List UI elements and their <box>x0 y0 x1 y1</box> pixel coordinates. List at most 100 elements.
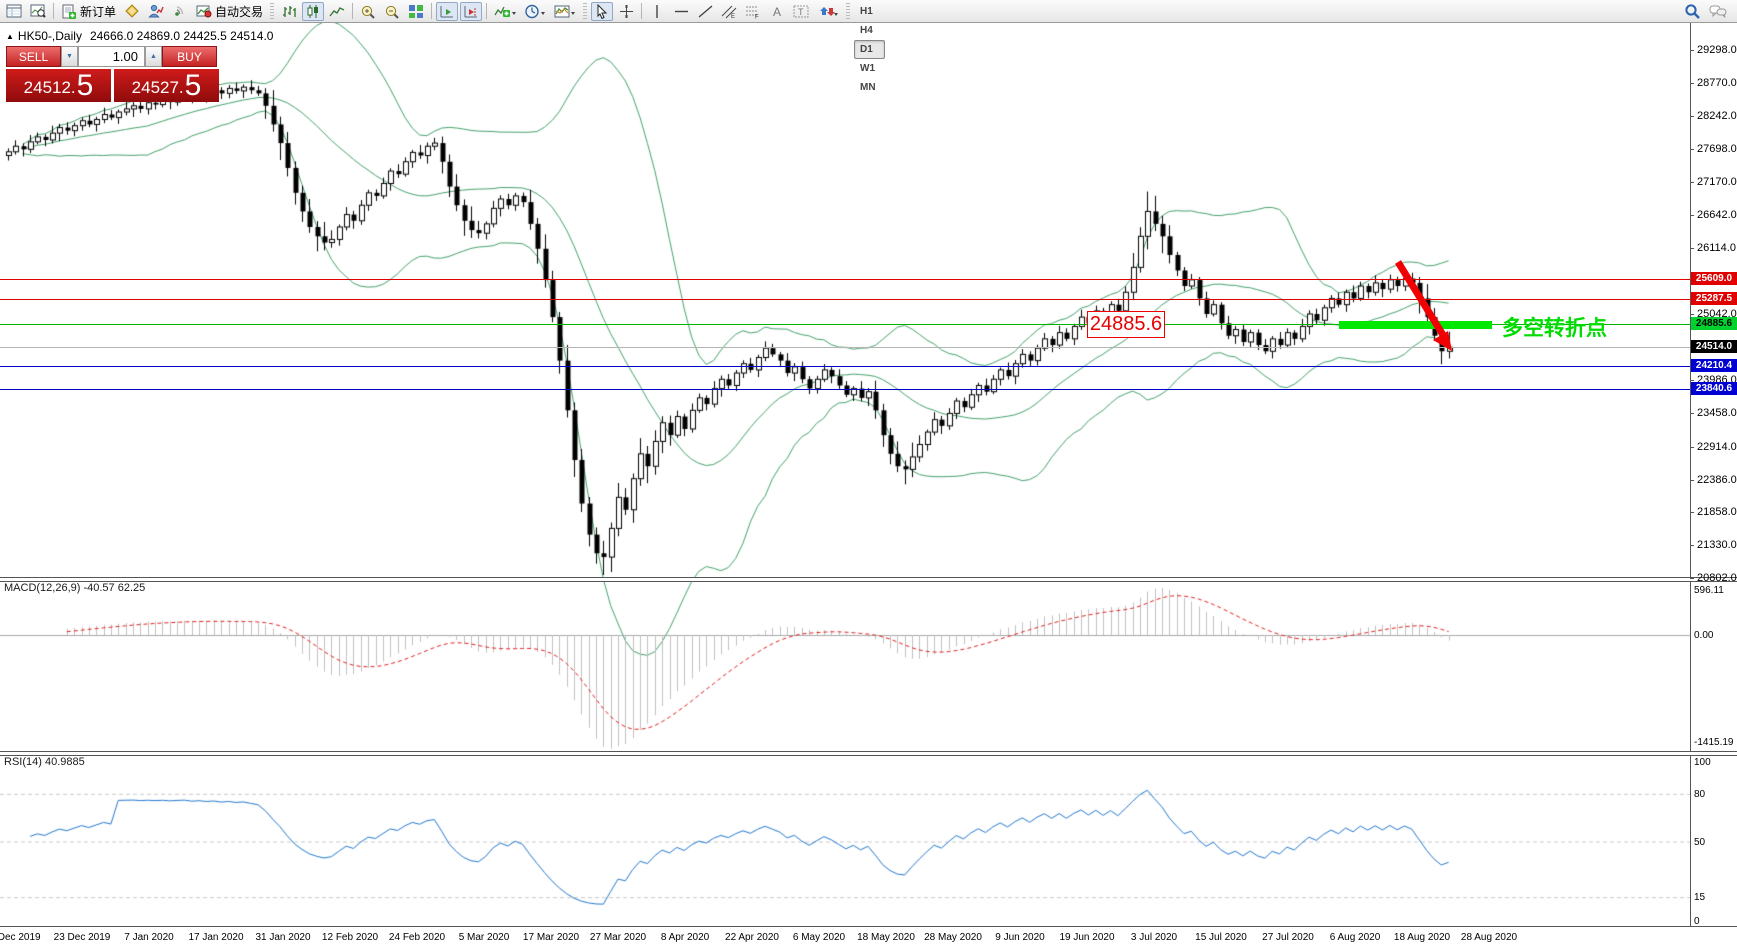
price-tick <box>1690 215 1694 216</box>
price-tick <box>1690 578 1694 579</box>
macd-axis-label: 596.11 <box>1694 585 1724 596</box>
buy-price-panel[interactable]: 24527. 5 <box>114 69 219 102</box>
new-order-button[interactable]: 新订单 <box>58 2 119 21</box>
rsi-axis-label: 15 <box>1694 892 1706 903</box>
date-label: 8 Apr 2020 <box>660 932 710 943</box>
rsi-axis-label: 0 <box>1694 916 1700 927</box>
autotrading-label: 自动交易 <box>215 4 264 19</box>
svg-text:F: F <box>755 14 759 19</box>
price-tick-label: 23458.0 <box>1697 407 1737 419</box>
candlestick-chart-icon[interactable] <box>302 1 325 21</box>
level-line[interactable] <box>0 389 1690 390</box>
date-label: 3 Jul 2020 <box>1130 932 1178 943</box>
trendline-tool-icon[interactable] <box>694 2 716 21</box>
rsi-label: RSI(14) 40.9885 <box>4 756 85 768</box>
metaeditor-icon[interactable] <box>121 2 143 21</box>
signals-icon[interactable] <box>169 2 191 21</box>
price-tick <box>1690 447 1694 448</box>
date-label: 27 Jul 2020 <box>1262 932 1314 943</box>
auto-scroll-icon[interactable] <box>436 1 459 21</box>
collapse-panel-icon[interactable]: ▲ <box>6 32 14 41</box>
volume-down-button[interactable]: ▼ <box>61 46 78 67</box>
price-tick-label: 28242.0 <box>1697 110 1737 122</box>
price-tick <box>1690 182 1694 183</box>
date-label: 1 Dec 2019 <box>0 932 41 943</box>
price-tick <box>1690 83 1694 84</box>
price-tick-label: 27698.0 <box>1697 143 1737 155</box>
price-tick <box>1690 149 1694 150</box>
indicators-add-button[interactable] <box>491 2 519 21</box>
cursor-icon[interactable] <box>591 1 614 21</box>
market-icon[interactable] <box>145 2 167 21</box>
symbol-period-label: HK50-,Daily <box>17 29 82 43</box>
down-arrow-annotation[interactable] <box>1380 250 1475 365</box>
date-label: 7 Jan 2020 <box>124 932 174 943</box>
volume-input[interactable] <box>78 46 145 67</box>
chart-canvas[interactable] <box>0 23 1690 927</box>
sell-price-panel[interactable]: 24512. 5 <box>6 69 111 102</box>
macd-label: MACD(12,26,9) -40.57 62.25 <box>4 582 146 594</box>
price-tick-label: 29298.0 <box>1697 44 1737 56</box>
date-label: 28 May 2020 <box>924 932 982 943</box>
crosshair-icon[interactable] <box>615 2 637 21</box>
price-tick-label: 27170.0 <box>1697 176 1737 188</box>
ohlc-values: 24666.0 24869.0 24425.5 24514.0 <box>89 29 274 43</box>
price-tag: 24514.0 <box>1691 340 1737 353</box>
volume-up-button[interactable]: ▲ <box>145 46 162 67</box>
price-tick-label: 20802.0 <box>1697 572 1737 584</box>
channel-tool-icon[interactable]: E <box>718 2 740 21</box>
sell-button[interactable]: SELL <box>6 46 61 67</box>
date-label: 28 Aug 2020 <box>1460 932 1518 943</box>
templates-button[interactable] <box>551 2 579 21</box>
price-tag: 24885.6 <box>1691 317 1737 330</box>
price-tag: 23840.6 <box>1691 382 1737 395</box>
vertical-line-tool-icon[interactable] <box>646 2 668 21</box>
price-tick <box>1690 380 1694 381</box>
line-chart-icon[interactable] <box>326 2 348 21</box>
tile-windows-icon[interactable] <box>405 2 427 21</box>
price-tag: 25609.0 <box>1691 272 1737 285</box>
autotrading-button[interactable]: 自动交易 <box>193 2 266 21</box>
price-tag: 25287.5 <box>1691 292 1737 305</box>
arrows-tool-button[interactable] <box>814 2 842 21</box>
trend-note-text[interactable]: 多空转折点 <box>1502 312 1607 342</box>
strategy-tester-icon[interactable] <box>27 2 49 21</box>
price-tick <box>1690 545 1694 546</box>
date-label: 15 Jul 2020 <box>1195 932 1247 943</box>
svg-text:A: A <box>773 5 781 19</box>
pane-splitter-rsi[interactable] <box>0 751 1737 756</box>
macd-axis-label: 0.00 <box>1694 630 1714 641</box>
chat-icon[interactable] <box>1706 2 1730 21</box>
date-label: 5 Mar 2020 <box>458 932 510 943</box>
level-line[interactable] <box>0 366 1690 367</box>
zoom-in-icon[interactable] <box>357 2 379 21</box>
date-label: 6 May 2020 <box>792 932 846 943</box>
horizontal-line-tool-icon[interactable] <box>670 2 692 21</box>
timeframe-h1[interactable]: H1 <box>854 2 885 21</box>
zoom-out-icon[interactable] <box>381 2 403 21</box>
price-tick-label: 21330.0 <box>1697 539 1737 551</box>
rsi-axis-label: 100 <box>1694 757 1711 768</box>
periods-button[interactable] <box>521 2 549 21</box>
price-callout-box[interactable]: 24885.6 <box>1087 311 1165 338</box>
bar-chart-icon[interactable] <box>278 2 300 21</box>
chart-shift-icon[interactable] <box>460 1 483 21</box>
date-label: 12 Feb 2020 <box>321 932 379 943</box>
text-tool-icon[interactable]: A <box>766 2 788 21</box>
macd-axis-label: -1415.19 <box>1694 737 1734 748</box>
buy-button[interactable]: BUY <box>162 46 217 67</box>
toolbar: 新订单 自动交易 E F A T H1 <box>0 0 1737 93</box>
sell-price: 24512. <box>23 78 76 97</box>
fibonacci-tool-icon[interactable]: F <box>742 2 764 21</box>
search-icon[interactable] <box>1681 2 1704 21</box>
market-watch-icon[interactable] <box>3 2 25 21</box>
price-tick-label: 28770.0 <box>1697 77 1737 89</box>
date-label: 18 Aug 2020 <box>1393 932 1451 943</box>
price-tick-label: 21858.0 <box>1697 506 1737 518</box>
pane-splitter-macd[interactable] <box>0 577 1737 582</box>
price-tick-label: 26642.0 <box>1697 209 1737 221</box>
label-tool-icon[interactable]: T <box>790 2 812 21</box>
price-tick <box>1690 50 1694 51</box>
rsi-axis-label: 80 <box>1694 789 1706 800</box>
time-axis-line <box>0 926 1737 927</box>
